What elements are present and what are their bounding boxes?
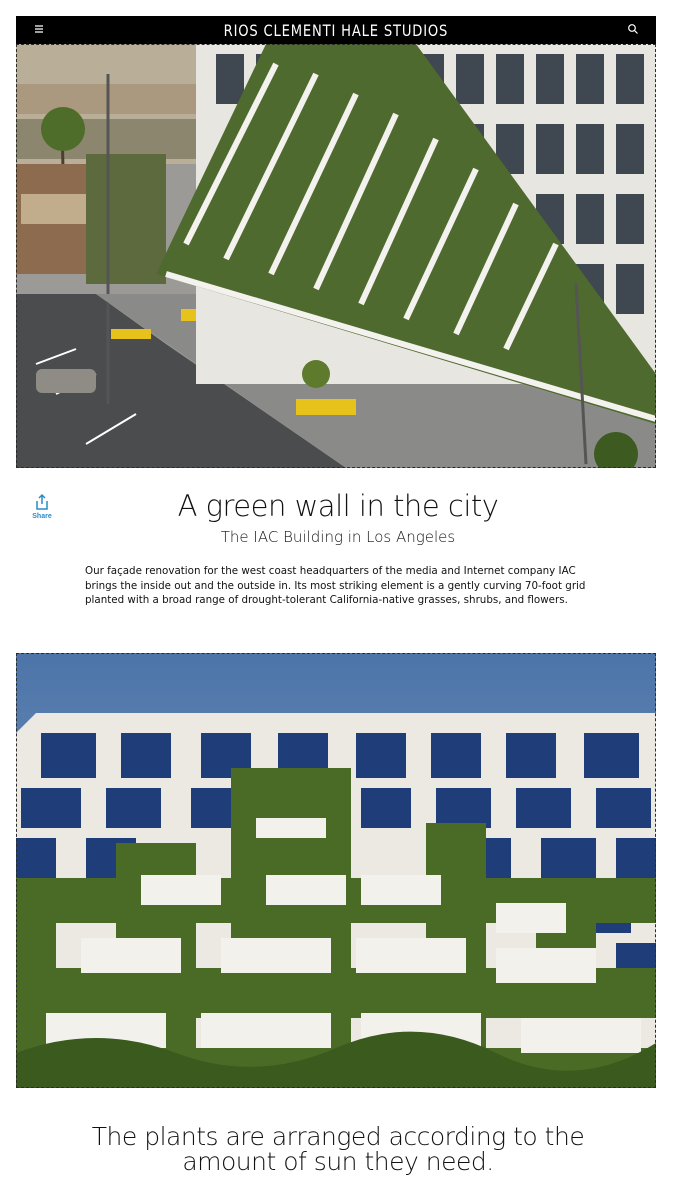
site-header: RIOS CLEMENTI HALE STUDIOS xyxy=(16,16,656,44)
facade-photo xyxy=(16,653,656,1088)
hero-photo xyxy=(16,44,656,468)
hamburger-menu-icon[interactable] xyxy=(32,22,46,36)
article-body: Our façade renovation for the west coast… xyxy=(85,565,586,606)
article-title: A green wall in the city xyxy=(177,489,499,523)
photo-caption: The plants are arranged according to the… xyxy=(91,1122,585,1176)
search-icon[interactable] xyxy=(626,22,640,36)
article-subtitle: The IAC Building in Los Angeles xyxy=(220,528,456,546)
brand-logo[interactable]: RIOS CLEMENTI HALE STUDIOS xyxy=(224,21,449,40)
